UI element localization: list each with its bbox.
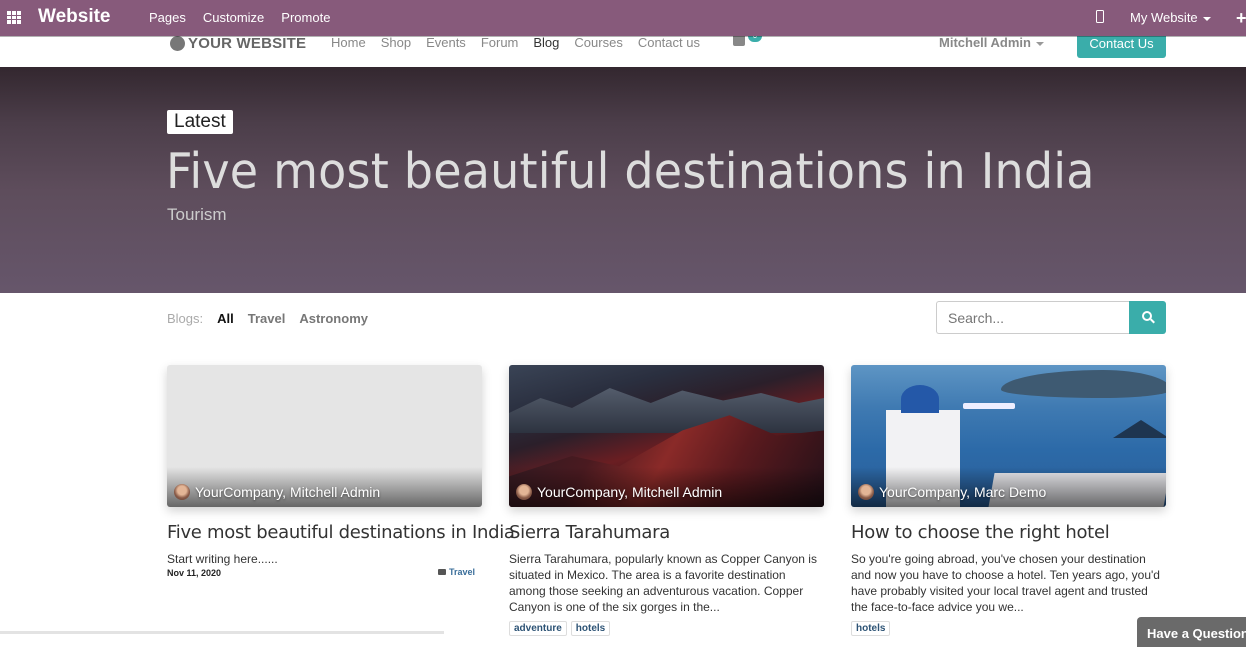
globe-icon [170,36,185,51]
menu-customize[interactable]: Customize [203,10,264,25]
filter-travel[interactable]: Travel [248,311,286,326]
author-name: YourCompany, Mitchell Admin [195,484,381,500]
folder-icon [437,569,446,575]
menu-pages[interactable]: Pages [149,10,186,25]
cart-icon[interactable] [733,36,745,46]
blogs-label: Blogs: [167,311,204,326]
featured-post-hero[interactable]: Latest Five most beautiful destinations … [0,67,1246,293]
site-nav-links: Home Shop Events Forum Blog Courses Cont… [331,35,700,50]
site-logo[interactable]: YOUR WEBSITE [170,35,306,52]
avatar [516,484,532,500]
post-cover-image[interactable]: YourCompany, Mitchell Admin [509,365,824,507]
website-editor-topbar: Website Pages Customize Promote My Websi… [0,0,1246,36]
post-title[interactable]: Five most beautiful destinations in Indi… [167,522,515,543]
app-brand[interactable]: Website [38,6,111,28]
author-name: YourCompany, Marc Demo [879,484,1047,500]
search-button[interactable] [1129,301,1166,334]
hero-subtitle: Tourism [167,205,227,224]
post-cover-image[interactable]: YourCompany, Marc Demo [851,365,1166,507]
post-title[interactable]: How to choose the right hotel [851,522,1166,543]
island-graphic [1001,370,1166,398]
user-menu[interactable]: Mitchell Admin [939,35,1044,50]
filter-all[interactable]: All [217,311,234,326]
post-card: YourCompany, Marc Demo How to choose the… [851,365,1166,636]
author-name: YourCompany, Mitchell Admin [537,484,723,500]
nav-blog[interactable]: Blog [533,35,559,50]
hero-title[interactable]: Five most beautiful destinations in Indi… [166,143,1095,200]
post-cover-image[interactable]: YourCompany, Mitchell Admin [167,365,482,507]
plus-icon[interactable]: + [1236,8,1246,29]
search-icon-handle [1150,318,1155,324]
post-title[interactable]: Sierra Tarahumara [509,522,824,543]
caret-down-icon [1035,41,1044,46]
livechat-button[interactable]: Have a Question? Chat with us. [1137,617,1246,647]
post-date: Nov 11, 2020 [167,568,222,578]
user-name: Mitchell Admin [939,35,1031,50]
post-author: YourCompany, Mitchell Admin [174,484,380,500]
post-category[interactable]: Travel [437,567,475,577]
website-selector[interactable]: My Website [1130,10,1211,25]
post-author: YourCompany, Marc Demo [858,484,1046,500]
post-excerpt: Sierra Tarahumara, popularly known as Co… [509,552,817,614]
menu-promote[interactable]: Promote [281,10,330,25]
post-card: YourCompany, Mitchell Admin Five most be… [167,365,515,578]
caret-down-icon [1202,16,1211,21]
editor-menu: Pages Customize Promote [149,10,330,25]
nav-shop[interactable]: Shop [381,35,411,50]
post-author: YourCompany, Mitchell Admin [516,484,722,500]
mobile-preview-icon[interactable] [1096,10,1104,23]
ship-graphic [963,403,1015,409]
post-card: YourCompany, Mitchell Admin Sierra Tarah… [509,365,824,636]
website-selector-label: My Website [1130,10,1198,25]
avatar [858,484,874,500]
avatar [174,484,190,500]
nav-forum[interactable]: Forum [481,35,519,50]
latest-badge: Latest [167,110,233,134]
apps-grid-icon[interactable] [7,11,22,24]
site-navbar: YOUR WEBSITE Home Shop Events Forum Blog… [0,32,1246,67]
dome-graphic [901,385,939,413]
nav-contact[interactable]: Contact us [638,35,700,50]
filter-astronomy[interactable]: Astronomy [299,311,368,326]
site-logo-text: YOUR WEBSITE [188,35,307,52]
nav-home[interactable]: Home [331,35,366,50]
nav-courses[interactable]: Courses [574,35,622,50]
umbrella-graphic [1113,420,1166,438]
post-excerpt: So you're going abroad, you've chosen yo… [851,552,1160,614]
post-excerpt: Start writing here...... [167,552,278,566]
category-label: Travel [448,567,475,577]
mountain-graphic [509,388,824,433]
nav-events[interactable]: Events [426,35,466,50]
blog-filter-bar: Blogs: All Travel Astronomy [167,311,368,326]
search-input[interactable] [936,301,1130,334]
